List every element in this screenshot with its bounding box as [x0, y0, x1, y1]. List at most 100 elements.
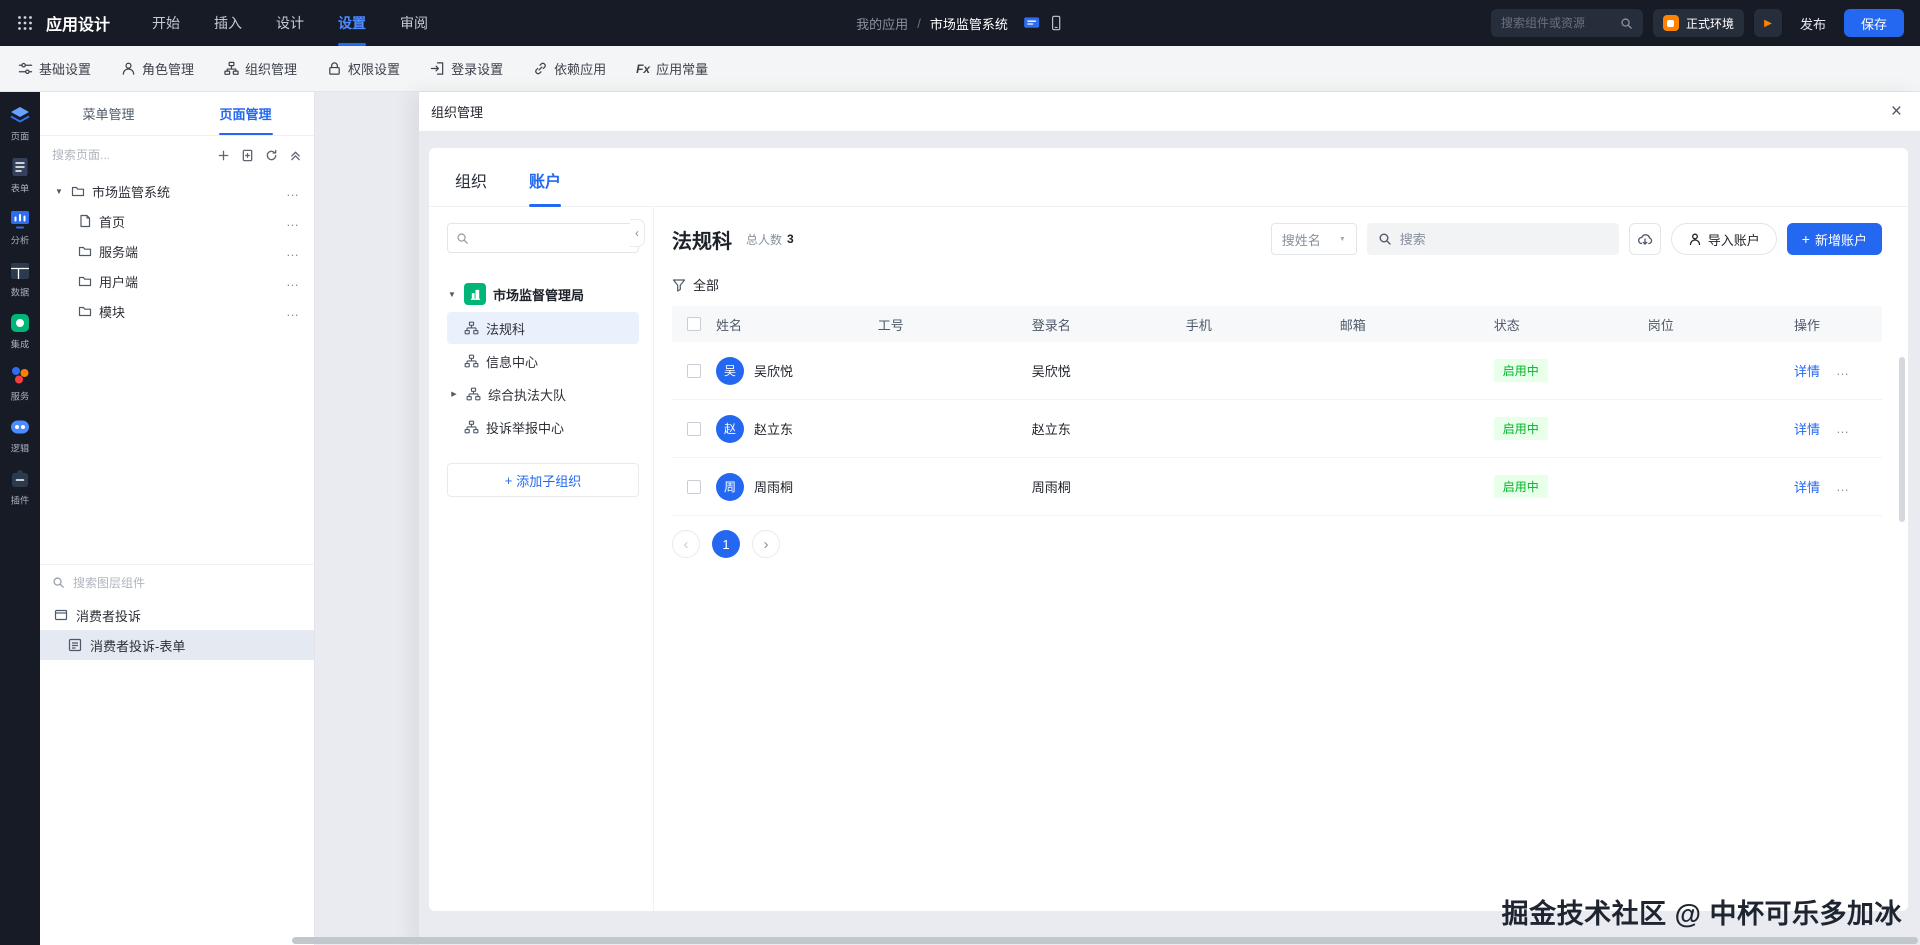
publish-button[interactable]: 发布: [1792, 14, 1834, 33]
more-icon[interactable]: …: [286, 304, 300, 319]
account-search-input[interactable]: [1400, 232, 1608, 247]
menu-design[interactable]: 设计: [276, 0, 304, 46]
toolbar-permission-settings[interactable]: 权限设置: [327, 59, 400, 78]
toolbar-dependent-apps[interactable]: 依赖应用: [533, 59, 606, 78]
page-search-row: [40, 136, 314, 174]
more-icon[interactable]: …: [286, 214, 300, 229]
new-account-button[interactable]: + 新增账户: [1787, 223, 1882, 255]
apps-grid-icon[interactable]: [16, 14, 34, 32]
more-icon[interactable]: …: [1836, 363, 1850, 378]
refresh-icon[interactable]: [265, 149, 278, 162]
org-dept-legal[interactable]: 法规科: [447, 312, 639, 344]
org-search-input[interactable]: [475, 231, 630, 245]
avatar: 周: [716, 473, 744, 501]
tree-item-user-side[interactable]: 用户端 …: [48, 266, 306, 296]
preview-run-button[interactable]: ▶: [1754, 9, 1782, 37]
collapse-panel-handle[interactable]: ‹: [630, 219, 645, 247]
toolbar-role-management[interactable]: 角色管理: [121, 59, 194, 78]
page-icon: [78, 214, 92, 228]
layer-search-input[interactable]: [73, 576, 302, 590]
toolbar-login-settings[interactable]: 登录设置: [430, 59, 503, 78]
menu-settings[interactable]: 设置: [338, 0, 366, 46]
horizontal-scrollbar[interactable]: [292, 937, 1918, 944]
tab-page-management[interactable]: 页面管理: [177, 92, 314, 135]
environment-label: 正式环境: [1686, 15, 1734, 32]
prev-page-button[interactable]: ‹: [672, 530, 700, 558]
detail-link[interactable]: 详情: [1794, 477, 1820, 496]
page-1-button[interactable]: 1: [712, 530, 740, 558]
menu-insert[interactable]: 插入: [214, 0, 242, 46]
detail-link[interactable]: 详情: [1794, 419, 1820, 438]
rail-item-services[interactable]: 服务: [9, 364, 31, 403]
rail-item-data[interactable]: 数据: [9, 260, 31, 299]
layer-item-complaint-form[interactable]: 消费者投诉-表单: [40, 630, 314, 660]
tree-item-home[interactable]: 首页 …: [48, 206, 306, 236]
total-count: 3: [787, 232, 794, 246]
org-dept-info-center[interactable]: 信息中心: [447, 345, 639, 377]
more-icon[interactable]: …: [286, 184, 300, 199]
row-checkbox[interactable]: [687, 422, 701, 436]
org-dept-enforcement[interactable]: ▶ 综合执法大队: [447, 378, 639, 410]
menu-review[interactable]: 审阅: [400, 0, 428, 46]
pagination: ‹ 1 ›: [672, 530, 1882, 558]
caret-down-icon[interactable]: ▼: [54, 187, 64, 196]
col-phone: 手机: [1186, 315, 1340, 334]
more-icon[interactable]: …: [286, 274, 300, 289]
breadcrumb-my-apps[interactable]: 我的应用: [856, 14, 908, 33]
org-search-box[interactable]: [447, 223, 639, 253]
new-folder-icon[interactable]: [241, 149, 254, 162]
tree-item-modules[interactable]: 模块 …: [48, 296, 306, 326]
more-icon[interactable]: …: [1836, 479, 1850, 494]
mobile-preview-icon[interactable]: [1048, 15, 1064, 31]
collapse-all-icon[interactable]: [289, 149, 302, 162]
topbar-search[interactable]: [1491, 9, 1643, 37]
row-checkbox[interactable]: [687, 364, 701, 378]
org-dept-complaint-center[interactable]: 投诉举报中心: [447, 411, 639, 443]
select-all-checkbox[interactable]: [687, 317, 701, 331]
more-icon[interactable]: …: [1836, 421, 1850, 436]
play-icon: ▶: [1764, 18, 1772, 29]
rail-item-integration[interactable]: 集成: [9, 312, 31, 351]
org-root-bureau[interactable]: ▼ 市场监督管理局: [447, 277, 639, 311]
caret-down-icon[interactable]: ▼: [447, 290, 457, 299]
rail-item-plugins[interactable]: 插件: [9, 468, 31, 507]
add-sub-org-button[interactable]: + 添加子组织: [447, 463, 639, 497]
rail-item-analysis[interactable]: 分析: [9, 208, 31, 247]
caret-right-icon[interactable]: ▶: [449, 390, 459, 398]
tree-item-service-side[interactable]: 服务端 …: [48, 236, 306, 266]
desktop-preview-icon[interactable]: [1023, 16, 1040, 31]
add-page-icon[interactable]: [217, 149, 230, 162]
chevron-right-icon: ›: [764, 536, 769, 553]
settings-toolbar: 基础设置 角色管理 组织管理 权限设置 登录设置 依赖应用 Fx 应用常量: [0, 46, 1920, 92]
topbar-search-input[interactable]: [1501, 16, 1614, 30]
tab-menu-management[interactable]: 菜单管理: [40, 92, 177, 135]
row-checkbox[interactable]: [687, 480, 701, 494]
layer-item-complaint-page[interactable]: 消费者投诉: [40, 600, 314, 630]
tab-accounts[interactable]: 账户: [529, 168, 561, 206]
tree-root-app[interactable]: ▼ 市场监管系统 …: [48, 176, 306, 206]
rail-item-logic[interactable]: 逻辑: [9, 416, 31, 455]
environment-switch[interactable]: 正式环境: [1653, 9, 1744, 37]
rail-item-forms[interactable]: 表单: [9, 156, 31, 195]
detail-link[interactable]: 详情: [1794, 361, 1820, 380]
close-icon[interactable]: ×: [1891, 102, 1902, 121]
layer-search-row: [40, 564, 314, 600]
tab-organization[interactable]: 组织: [455, 168, 487, 206]
menu-start[interactable]: 开始: [152, 0, 180, 46]
filter-row[interactable]: 全部: [672, 275, 1882, 294]
rail-item-pages[interactable]: 页面: [9, 104, 31, 143]
toolbar-app-constants[interactable]: Fx 应用常量: [636, 59, 708, 78]
page-search-input[interactable]: [52, 148, 207, 162]
import-accounts-button[interactable]: 导入账户: [1671, 223, 1777, 255]
search-field-select[interactable]: 搜姓名 ▼: [1271, 223, 1357, 255]
accounts-table: 姓名 工号 登录名 手机 邮箱 状态 岗位 操作: [672, 306, 1882, 516]
toolbar-basic-settings[interactable]: 基础设置: [18, 59, 91, 78]
more-icon[interactable]: …: [286, 244, 300, 259]
modal-body: 组织 账户: [419, 132, 1920, 945]
toolbar-org-management[interactable]: 组织管理: [224, 59, 297, 78]
account-search-box[interactable]: [1367, 223, 1619, 255]
export-download-button[interactable]: [1629, 223, 1661, 255]
save-button[interactable]: 保存: [1844, 9, 1904, 37]
next-page-button[interactable]: ›: [752, 530, 780, 558]
vertical-scrollbar[interactable]: [1899, 357, 1905, 522]
